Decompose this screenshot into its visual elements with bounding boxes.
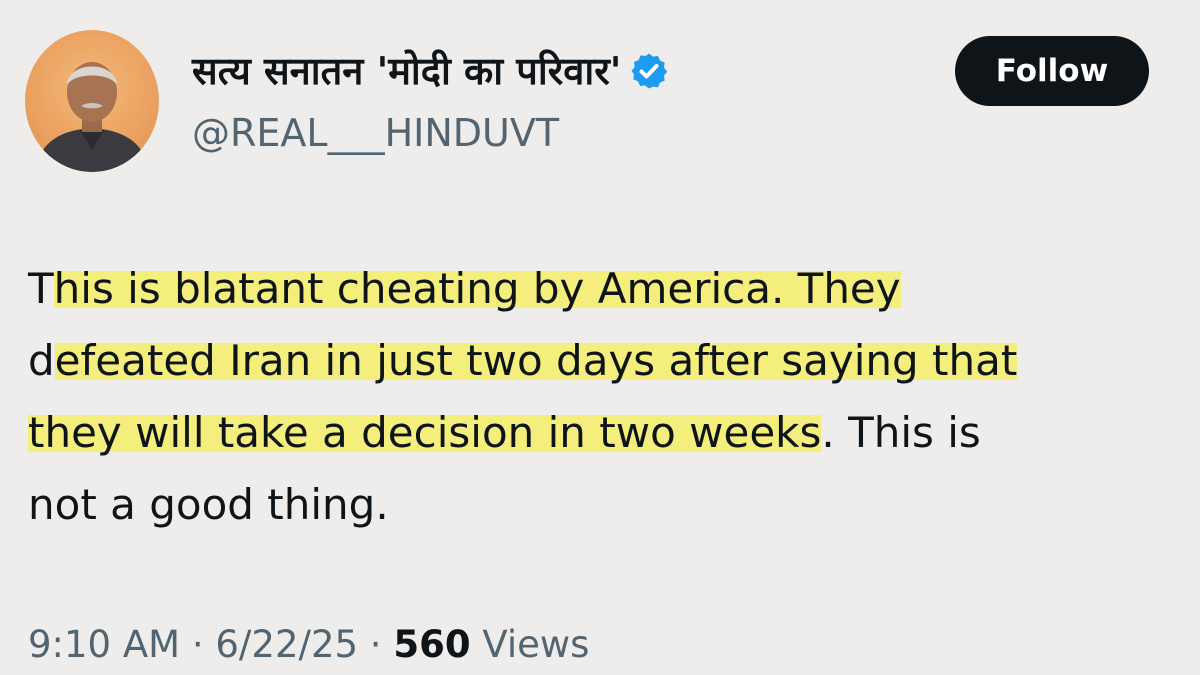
tweet-text: This is blatant cheating by America. The… bbox=[28, 253, 1178, 541]
tweet-line: This is blatant cheating by America. The… bbox=[28, 253, 1178, 325]
views-label[interactable]: Views bbox=[471, 623, 589, 666]
meta-separator: · bbox=[180, 623, 216, 666]
tweet-time[interactable]: 9:10 AM bbox=[28, 623, 180, 666]
highlighted-text: they will take a decision in two weeks bbox=[28, 408, 822, 457]
tweet-date[interactable]: 6/22/25 bbox=[215, 623, 358, 666]
highlighted-text: efeated Iran in just two days after sayi… bbox=[54, 336, 1018, 385]
tweet-line-text: d bbox=[28, 336, 55, 385]
tweet-line: they will take a decision in two weeks. … bbox=[28, 397, 1178, 469]
tweet-line-text: not a good thing. bbox=[28, 480, 389, 529]
tweet-line-text: T bbox=[28, 264, 54, 313]
author-avatar[interactable] bbox=[25, 30, 159, 172]
avatar-image bbox=[35, 62, 149, 172]
tweet-metadata: 9:10 AM · 6/22/25 · 560 Views bbox=[28, 620, 589, 670]
tweet-line: not a good thing. bbox=[28, 469, 1178, 541]
author-display-name[interactable]: सत्य सनातन 'मोदी का परिवार' bbox=[192, 46, 621, 96]
author-display-name-row[interactable]: सत्य सनातन 'मोदी का परिवार' bbox=[192, 46, 669, 96]
tweet-line-text: . This is bbox=[821, 408, 981, 457]
highlighted-text: his is blatant cheating by America. They bbox=[53, 264, 901, 313]
views-count[interactable]: 560 bbox=[393, 623, 470, 666]
meta-separator: · bbox=[358, 623, 394, 666]
verified-badge-icon[interactable] bbox=[629, 51, 669, 91]
author-handle[interactable]: @REAL___HINDUVT bbox=[192, 108, 559, 158]
tweet-line: defeated Iran in just two days after say… bbox=[28, 325, 1178, 397]
follow-button[interactable]: Follow bbox=[955, 36, 1149, 106]
